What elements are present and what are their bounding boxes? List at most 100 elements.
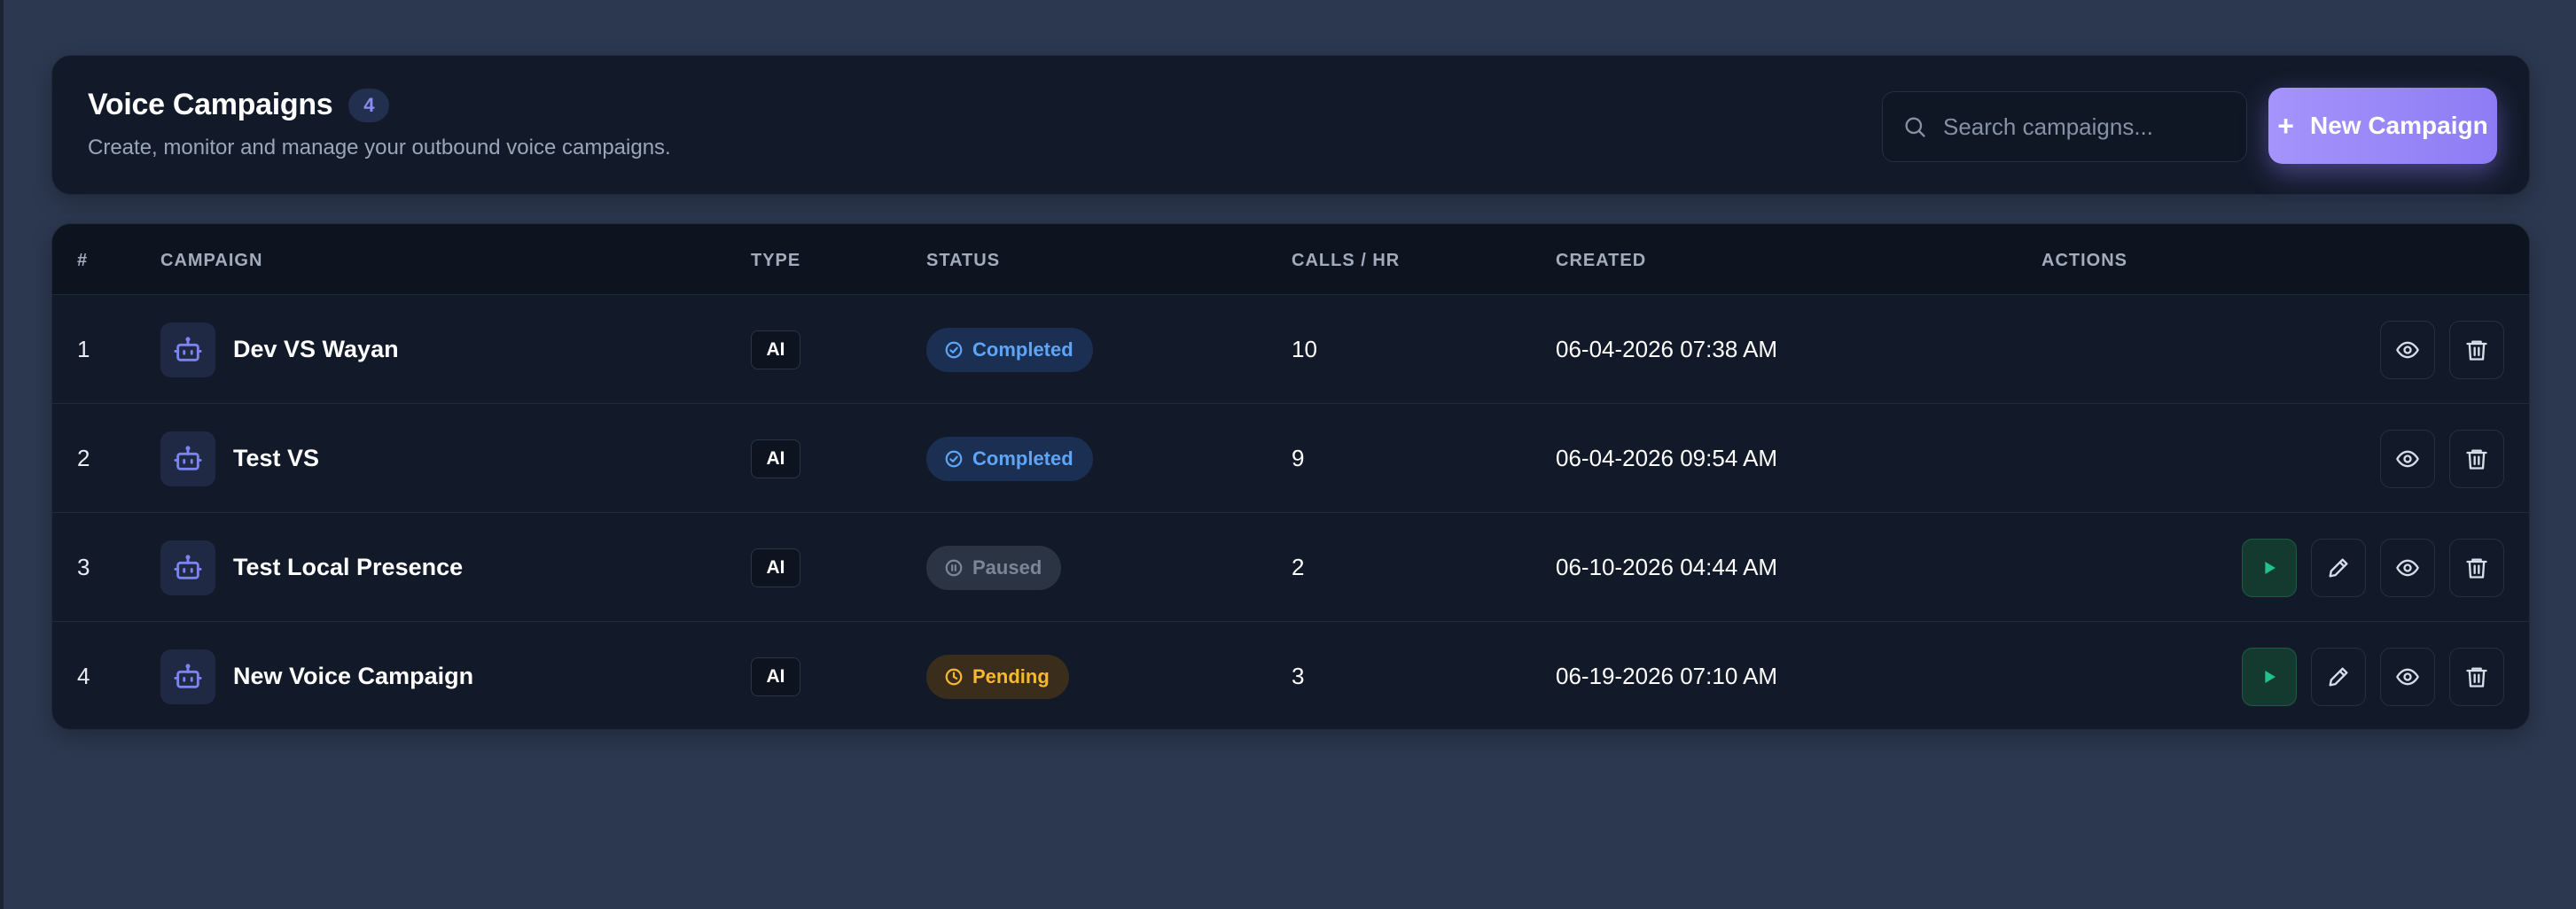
play-icon	[2257, 664, 2282, 689]
play-campaign-button[interactable]	[2242, 647, 2297, 706]
campaign-cell[interactable]: New Voice Campaign	[160, 622, 474, 729]
edit-campaign-button[interactable]	[2311, 647, 2366, 706]
row-actions	[2242, 513, 2504, 622]
status-label: Paused	[972, 556, 1042, 579]
campaign-cell[interactable]: Test Local Presence	[160, 513, 463, 622]
delete-campaign-button[interactable]	[2449, 429, 2504, 488]
calls-per-hour: 9	[1292, 445, 1305, 471]
type-badge: AI	[751, 548, 800, 587]
page-header-card: Voice Campaigns 4 Create, monitor and ma…	[51, 55, 2530, 195]
campaign-cell[interactable]: Test VS	[160, 404, 319, 513]
table-row: 1 Dev VS Wayan AI Completed 10 06-04-2026 07:…	[52, 295, 2529, 404]
status-cell: Completed	[926, 295, 1093, 404]
column-header-campaign: CAMPAIGN	[160, 251, 263, 270]
column-header-actions: ACTIONS	[2041, 251, 2127, 270]
pencil-icon	[2326, 556, 2351, 580]
pause-circle-icon	[944, 558, 964, 578]
status-label: Pending	[972, 664, 1050, 688]
created-date: 06-10-2026 04:44 AM	[1556, 554, 1778, 580]
status-label: Completed	[972, 338, 1073, 361]
campaign-name: New Voice Campaign	[233, 663, 474, 689]
campaign-cell[interactable]: Dev VS Wayan	[160, 295, 399, 404]
eye-icon	[2395, 556, 2420, 580]
delete-campaign-button[interactable]	[2449, 647, 2504, 706]
clock-icon	[944, 667, 964, 687]
play-icon	[2257, 556, 2282, 580]
trash-icon	[2464, 556, 2489, 580]
view-campaign-button[interactable]	[2380, 429, 2435, 488]
row-actions	[2380, 295, 2504, 404]
calls-per-hour: 10	[1292, 336, 1317, 362]
row-number: 1	[77, 336, 90, 362]
play-campaign-button[interactable]	[2242, 538, 2297, 597]
status-badge: Completed	[926, 327, 1093, 372]
page-subtitle: Create, monitor and manage your outbound…	[88, 136, 671, 159]
robot-icon	[160, 649, 215, 704]
robot-icon	[160, 322, 215, 377]
delete-campaign-button[interactable]	[2449, 320, 2504, 379]
status-badge: Pending	[926, 654, 1069, 699]
calls-per-hour: 2	[1292, 554, 1305, 580]
column-header-status: STATUS	[926, 251, 1001, 270]
type-cell: AI	[751, 404, 800, 513]
status-cell: Pending	[926, 622, 1069, 729]
delete-campaign-button[interactable]	[2449, 538, 2504, 597]
created-date: 06-04-2026 09:54 AM	[1556, 445, 1778, 471]
title-row: Voice Campaigns 4	[88, 88, 390, 122]
type-cell: AI	[751, 513, 800, 622]
status-cell: Completed	[926, 404, 1093, 513]
campaign-count-badge: 4	[348, 88, 390, 122]
trash-icon	[2464, 338, 2489, 362]
row-number: 4	[77, 663, 90, 689]
page-left-edge	[0, 0, 4, 909]
status-badge: Paused	[926, 545, 1062, 590]
status-badge: Completed	[926, 436, 1093, 481]
eye-icon	[2395, 338, 2420, 362]
column-header-created: CREATED	[1556, 251, 1647, 270]
campaigns-table: # CAMPAIGN TYPE STATUS CALLS / HR CREATE…	[51, 223, 2530, 730]
trash-icon	[2464, 664, 2489, 689]
plus-icon: +	[2277, 109, 2294, 142]
column-header-type: TYPE	[751, 251, 801, 270]
row-number: 3	[77, 554, 90, 580]
campaign-name: Test VS	[233, 445, 320, 471]
table-header: # CAMPAIGN TYPE STATUS CALLS / HR CREATE…	[52, 224, 2529, 295]
check-circle-icon	[944, 449, 964, 469]
campaign-name: Test Local Presence	[233, 554, 464, 580]
edit-campaign-button[interactable]	[2311, 538, 2366, 597]
status-cell: Paused	[926, 513, 1062, 622]
trash-icon	[2464, 447, 2489, 471]
search-box[interactable]	[1882, 91, 2247, 162]
pencil-icon	[2326, 664, 2351, 689]
new-campaign-label: New Campaign	[2309, 112, 2488, 139]
calls-per-hour: 3	[1292, 663, 1305, 689]
table-row: 2 Test VS AI Completed 9 06-04-2026 09:54 AM	[52, 404, 2529, 513]
view-campaign-button[interactable]	[2380, 538, 2435, 597]
type-cell: AI	[751, 622, 800, 729]
table-row: 3 Test Local Presence AI Paused 2 06-10-2026 …	[52, 513, 2529, 622]
row-actions	[2380, 404, 2504, 513]
page-title: Voice Campaigns	[88, 88, 333, 121]
new-campaign-button[interactable]: + New Campaign	[2268, 88, 2497, 164]
column-header-number: #	[77, 251, 89, 270]
row-number: 2	[77, 445, 90, 471]
column-header-calls-per-hour: CALLS / HR	[1292, 251, 1401, 270]
created-date: 06-04-2026 07:38 AM	[1556, 336, 1778, 362]
type-badge: AI	[751, 439, 800, 478]
type-cell: AI	[751, 295, 800, 404]
search-icon	[1905, 117, 1925, 137]
status-label: Completed	[972, 447, 1073, 470]
type-badge: AI	[751, 656, 800, 696]
robot-icon	[160, 431, 215, 486]
eye-icon	[2395, 664, 2420, 689]
search-input[interactable]	[1943, 113, 2227, 141]
view-campaign-button[interactable]	[2380, 320, 2435, 379]
row-actions	[2242, 622, 2504, 729]
check-circle-icon	[944, 340, 964, 360]
type-badge: AI	[751, 330, 800, 369]
robot-icon	[160, 540, 215, 595]
table-row: 4 New Voice Campaign AI Pending 3 06-19-2026 …	[52, 622, 2529, 729]
view-campaign-button[interactable]	[2380, 647, 2435, 706]
eye-icon	[2395, 447, 2420, 471]
created-date: 06-19-2026 07:10 AM	[1556, 663, 1778, 689]
